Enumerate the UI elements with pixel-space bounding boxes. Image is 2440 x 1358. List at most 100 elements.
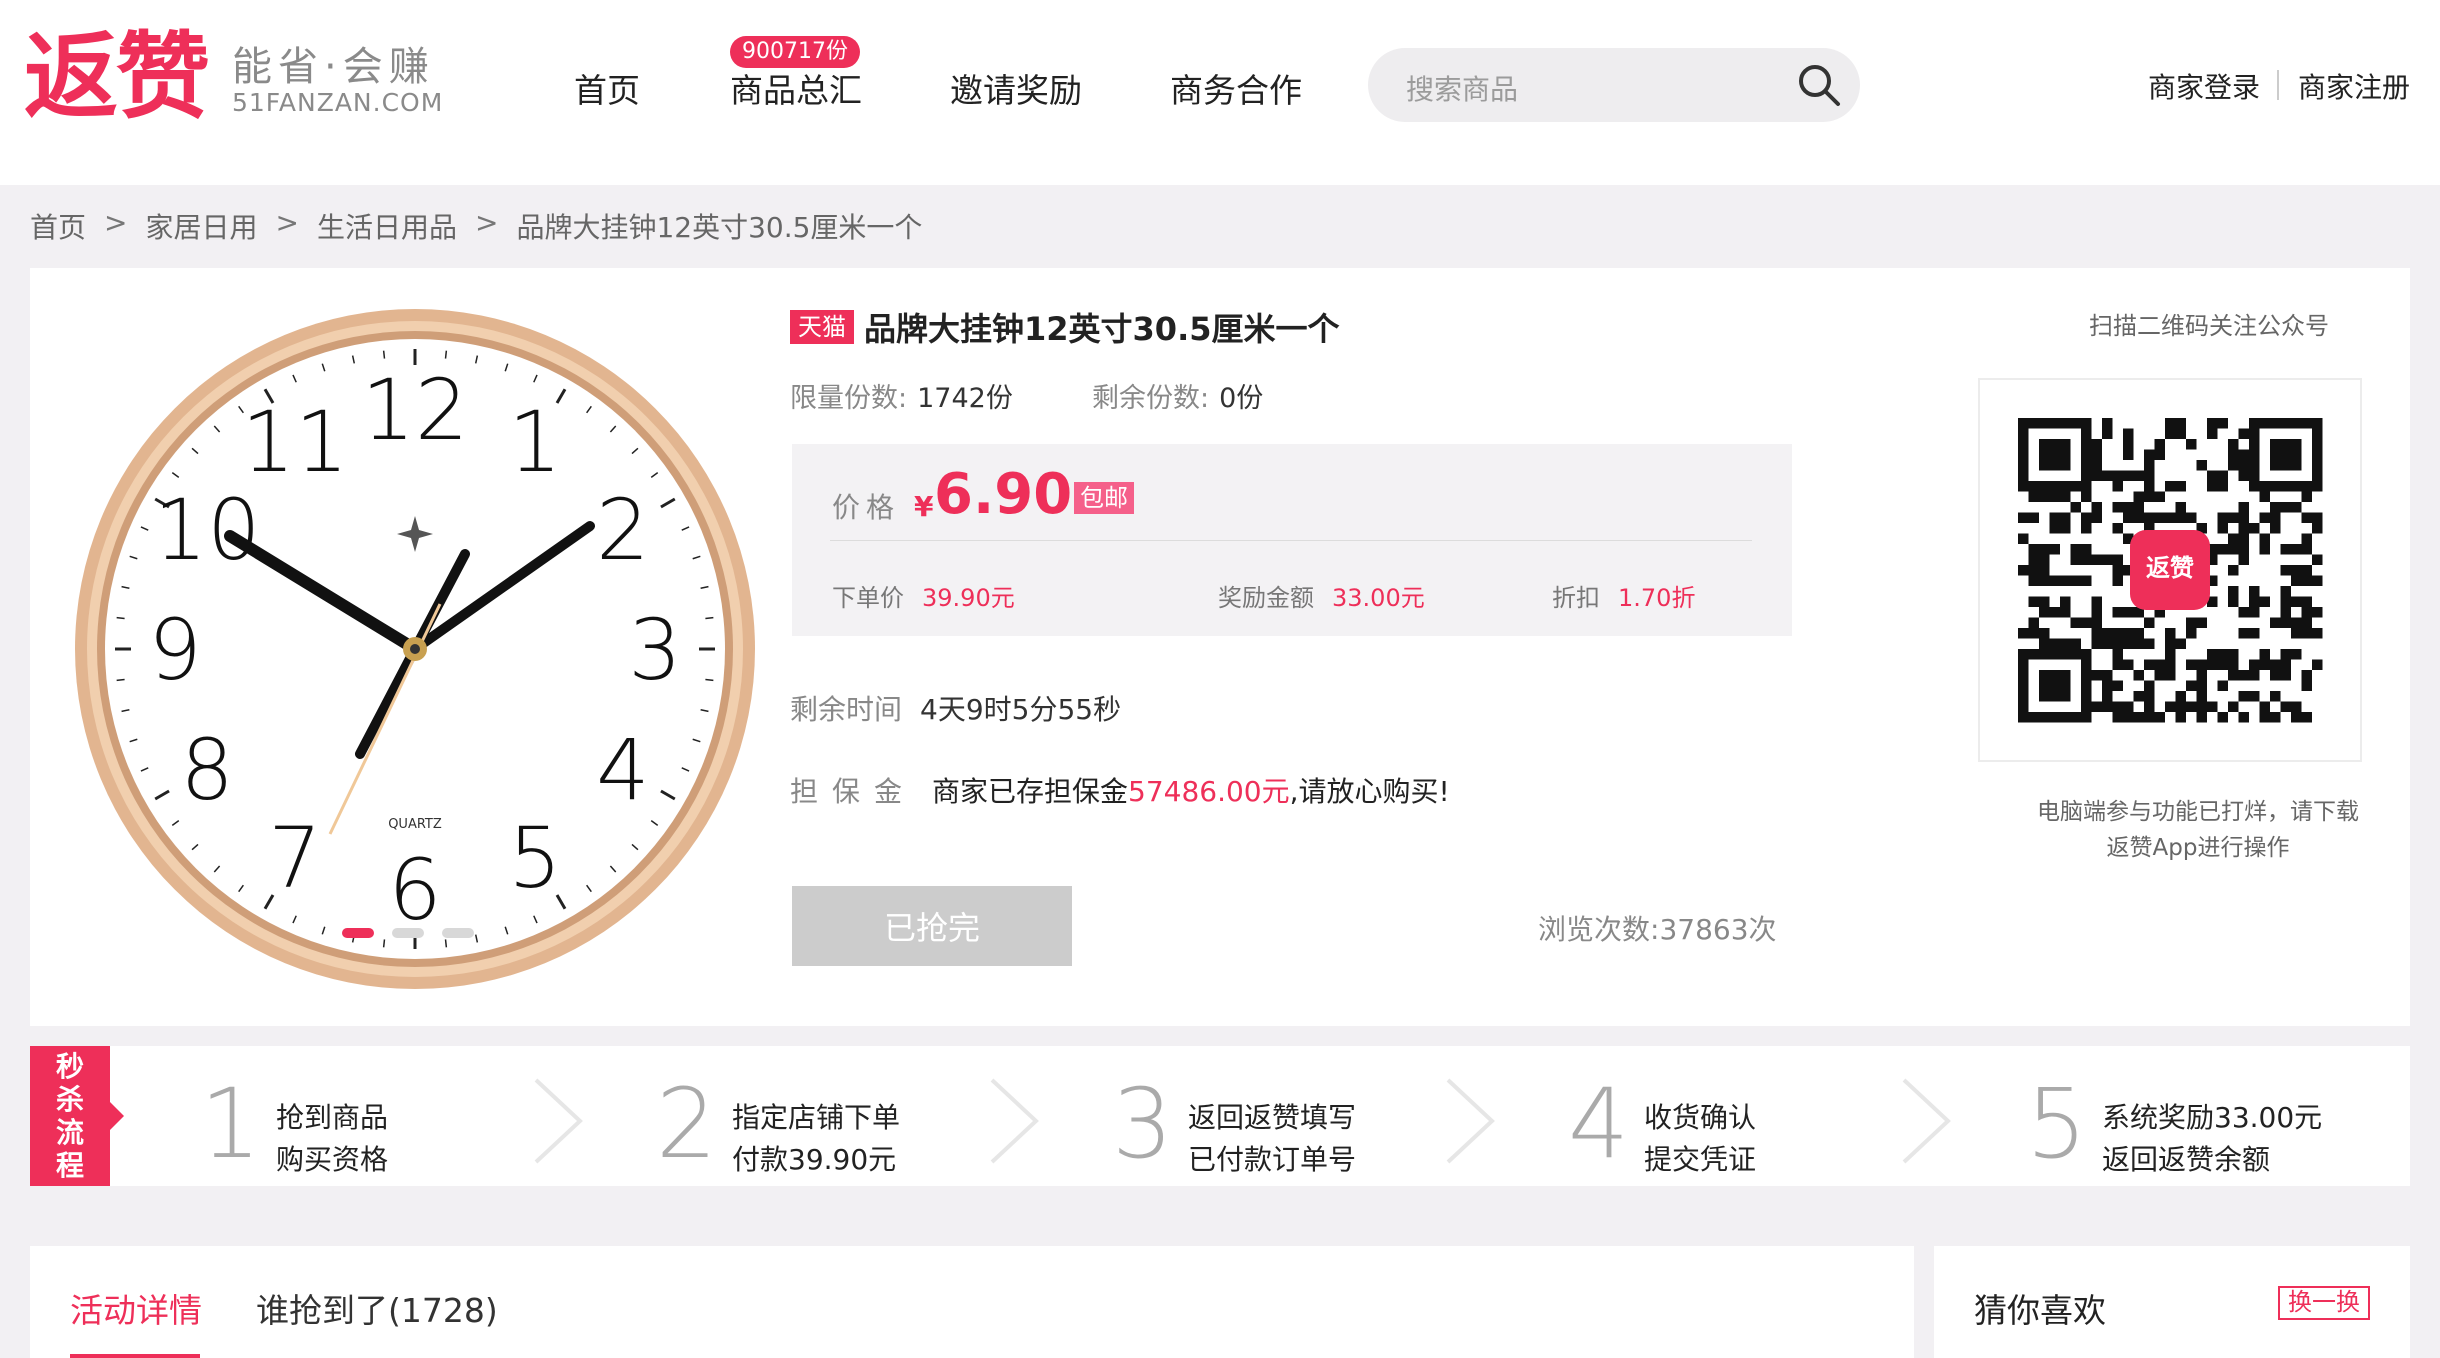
qr-module — [2259, 596, 2270, 607]
qr-module — [2018, 712, 2029, 723]
search-icon[interactable] — [1796, 62, 1842, 108]
merchant-register-link[interactable]: 商家注册 — [2298, 66, 2410, 106]
nav-business[interactable]: 商务合作 — [1170, 64, 1302, 112]
qr-module — [2228, 460, 2239, 471]
qr-module — [2312, 449, 2323, 460]
qr-module — [2228, 544, 2239, 555]
qr-module — [2165, 670, 2176, 681]
carousel-dot[interactable] — [392, 928, 424, 938]
guess-you-like-panel: 猜你喜欢 换一换 — [1934, 1246, 2410, 1358]
qr-module — [2081, 575, 2092, 586]
qr-module — [2081, 701, 2092, 712]
qr-module — [2291, 649, 2302, 660]
clock-numeral: 9 — [148, 601, 201, 699]
qr-module — [2123, 607, 2134, 618]
logo[interactable]: 返赞 — [24, 28, 210, 128]
qr-module — [2070, 575, 2081, 586]
search-input[interactable]: 搜索商品 — [1368, 48, 1860, 122]
breadcrumb-home[interactable]: 首页 — [30, 206, 86, 246]
qr-module — [2091, 607, 2102, 618]
qr-module — [2091, 638, 2102, 649]
tab-winners[interactable]: 谁抢到了(1728) — [256, 1284, 498, 1332]
qr-module — [2091, 460, 2102, 471]
clock-numeral: 6 — [388, 841, 441, 939]
carousel-dot[interactable] — [342, 928, 374, 938]
qr-module — [2196, 659, 2207, 670]
qr-module — [2112, 659, 2123, 670]
qr-module — [2291, 449, 2302, 460]
qr-module — [2112, 502, 2123, 513]
process-tag-char: 程 — [55, 1149, 84, 1182]
order-price: 下单价 39.90元 — [832, 578, 1015, 613]
qr-module — [2165, 428, 2176, 439]
clock-numeral: 5 — [508, 809, 561, 907]
qr-module — [2039, 418, 2050, 429]
qr-module — [2228, 649, 2239, 660]
qr-module — [2133, 491, 2144, 502]
qr-module — [2123, 712, 2134, 723]
qr-module — [2291, 544, 2302, 555]
qr-module — [2049, 512, 2060, 523]
product-count-badge: 900717份 — [730, 36, 860, 68]
nav-all-products[interactable]: 商品总汇 — [730, 64, 862, 112]
qr-module — [2238, 470, 2249, 481]
qr-module — [2060, 575, 2071, 586]
qr-module — [2018, 481, 2029, 492]
qr-module — [2081, 512, 2092, 523]
nav-home[interactable]: 首页 — [574, 64, 640, 112]
carousel-dot[interactable] — [442, 928, 474, 938]
time-left-value: 4天9时5分55秒 — [920, 693, 1122, 726]
qr-module — [2312, 512, 2323, 523]
qr-module — [2060, 607, 2071, 618]
qr-module — [2070, 418, 2081, 429]
qr-module — [2186, 512, 2197, 523]
qr-module — [2039, 575, 2050, 586]
qr-module — [2049, 481, 2060, 492]
qr-module — [2312, 470, 2323, 481]
chevron-right-icon — [990, 1078, 1039, 1164]
qr-module — [2144, 481, 2155, 492]
qr-module — [2112, 712, 2123, 723]
search-placeholder: 搜索商品 — [1406, 73, 1519, 106]
breadcrumb-separator: > — [275, 206, 299, 239]
qr-module — [2259, 544, 2270, 555]
qr-module — [2280, 701, 2291, 712]
qr-module — [2301, 628, 2312, 639]
discount: 折扣 1.70折 — [1552, 578, 1695, 613]
qr-module — [2249, 586, 2260, 597]
qr-module — [2144, 659, 2155, 670]
tab-activity-details[interactable]: 活动详情 — [70, 1284, 202, 1332]
qr-module — [2018, 670, 2029, 681]
qr-module — [2039, 628, 2050, 639]
qr-module — [2060, 596, 2071, 607]
merchant-login-link[interactable]: 商家登录 — [2148, 66, 2260, 106]
qr-module — [2144, 617, 2155, 628]
refresh-button[interactable]: 换一换 — [2278, 1286, 2370, 1320]
clock-numeral: 10 — [154, 481, 261, 579]
qr-module — [2186, 659, 2197, 670]
qr-module — [2018, 512, 2029, 523]
price-label: 价格 — [832, 491, 901, 524]
qr-module — [2049, 607, 2060, 618]
qr-module — [2165, 628, 2176, 639]
qr-module — [2081, 460, 2092, 471]
nav-invite-rewards[interactable]: 邀请奖励 — [950, 64, 1082, 112]
qr-module — [2175, 428, 2186, 439]
qr-module — [2238, 628, 2249, 639]
qr-module — [2081, 449, 2092, 460]
product-image[interactable]: 12 1 2 3 4 5 6 7 8 9 10 11 QUARTZ — [70, 304, 760, 994]
breadcrumb-category[interactable]: 家居日用 — [145, 206, 257, 246]
qr-module — [2049, 544, 2060, 555]
clock-tick — [116, 678, 125, 682]
product-title-row: 天猫 品牌大挂钟12英寸30.5厘米一个 — [790, 304, 1340, 350]
sold-out-button[interactable]: 已抢完 — [792, 886, 1072, 966]
qr-module — [2102, 418, 2113, 429]
breadcrumb-subcategory[interactable]: 生活日用品 — [317, 206, 457, 246]
qr-module — [2196, 691, 2207, 702]
qr-module — [2091, 554, 2102, 565]
qr-module — [2228, 565, 2239, 576]
qr-module — [2217, 659, 2228, 670]
qr-module — [2270, 418, 2281, 429]
qr-module — [2112, 701, 2123, 712]
qr-module — [2165, 659, 2176, 670]
